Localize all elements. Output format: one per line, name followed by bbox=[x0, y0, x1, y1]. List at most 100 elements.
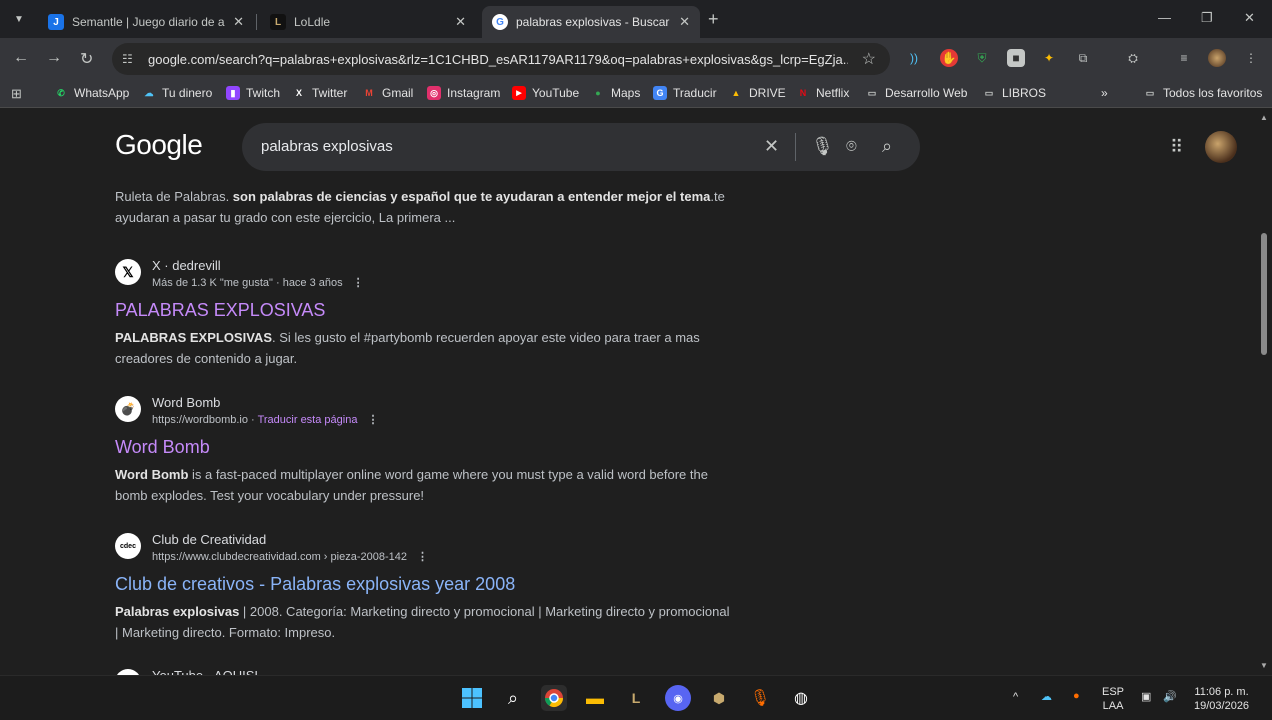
result-title-link[interactable]: Word Bomb bbox=[115, 434, 735, 460]
search-input[interactable]: palabras explosivas bbox=[261, 138, 393, 155]
result-meta: Más de 1.3 K "me gusta" · hace 3 años bbox=[152, 277, 343, 289]
network-icon[interactable]: ▣ bbox=[1141, 690, 1151, 704]
obs-icon[interactable]: ◍ bbox=[788, 685, 814, 711]
restore-button[interactable]: ❐ bbox=[1201, 10, 1213, 26]
bookmark-maps[interactable]: ● Maps bbox=[591, 86, 640, 100]
bookmark-netflix[interactable]: N Netflix bbox=[796, 86, 850, 100]
extension-wifi-icon[interactable]: )) bbox=[905, 49, 923, 67]
bookmark-label: DRIVE bbox=[749, 86, 786, 100]
cdec-favicon-icon: cdec bbox=[115, 533, 141, 559]
folder-icon: ▭ bbox=[867, 87, 877, 98]
result-source[interactable]: 𝕏 X · dedrevill Más de 1.3 K "me gusta" … bbox=[115, 257, 735, 291]
apps-grid-button[interactable]: ⊞ bbox=[11, 86, 22, 102]
clear-icon[interactable]: ✕ bbox=[764, 136, 779, 157]
close-icon[interactable]: ✕ bbox=[679, 14, 690, 30]
tray-chevron-up-icon[interactable]: ^ bbox=[1013, 690, 1018, 704]
scroll-thumb[interactable] bbox=[1261, 233, 1267, 355]
result-site-name: Word Bomb bbox=[152, 395, 221, 410]
tab-semantle[interactable]: J Semantle | Juego diario de adiv ✕ bbox=[38, 6, 254, 38]
bomb-favicon-icon: 💣 bbox=[115, 396, 141, 422]
volume-icon[interactable]: 🔊 bbox=[1163, 690, 1177, 704]
google-apps-icon[interactable]: ⠿ bbox=[1170, 137, 1183, 158]
snippet-text: Ruleta de Palabras. bbox=[115, 189, 233, 204]
result-source[interactable]: YouTube · AQUISI bbox=[115, 667, 735, 675]
bookmark-label: Maps bbox=[611, 86, 641, 100]
search-icon[interactable]: ⌕ bbox=[882, 136, 892, 157]
more-options-icon[interactable]: ⋮ bbox=[353, 277, 364, 289]
clock-time: 11:06 p. m. bbox=[1194, 686, 1249, 698]
bookmark-star-icon[interactable]: ☆ bbox=[862, 49, 876, 69]
translate-page-link[interactable]: Traducir esta página bbox=[258, 414, 358, 426]
tab-google-search[interactable]: G palabras explosivas - Buscar cor ✕ bbox=[482, 6, 700, 38]
bookmark-traducir[interactable]: G Traducir bbox=[653, 86, 717, 100]
google-logo[interactable]: Google bbox=[115, 129, 203, 161]
address-bar[interactable]: ☷ google.com/search?q=palabras+explosiva… bbox=[112, 43, 890, 75]
page-scrollbar[interactable]: ▲ ▼ bbox=[1256, 109, 1272, 675]
camera-lens-icon[interactable]: ⌾ bbox=[846, 136, 857, 157]
more-options-icon[interactable]: ⋮ bbox=[417, 551, 428, 563]
result-source[interactable]: cdec Club de Creatividad https://www.clu… bbox=[115, 531, 735, 565]
kebab-menu-icon[interactable]: ⋮ bbox=[1242, 49, 1260, 67]
bookmark-folder-desarrollo-web[interactable]: ▭ Desarrollo Web bbox=[865, 86, 968, 100]
extension-adblock-icon[interactable]: ✋ bbox=[940, 49, 958, 67]
all-bookmarks-folder[interactable]: ▭ Todos los favoritos bbox=[1143, 86, 1263, 100]
onedrive-icon[interactable]: ☁ bbox=[1041, 690, 1052, 704]
microphone-app-icon[interactable]: 🎙 bbox=[747, 685, 773, 711]
extension-shield-icon[interactable]: ⛨ bbox=[973, 49, 991, 67]
bookmark-drive[interactable]: ▲ DRIVE bbox=[729, 86, 786, 100]
translate-icon: G bbox=[653, 86, 667, 100]
bookmark-gmail[interactable]: M Gmail bbox=[362, 86, 413, 100]
bookmark-tu-dinero[interactable]: ☁ Tu dinero bbox=[142, 86, 213, 100]
file-explorer-icon[interactable]: ▬ bbox=[582, 685, 608, 711]
extensions-puzzle-icon[interactable]: ⧉ bbox=[1074, 49, 1092, 67]
chrome-taskbar-icon[interactable] bbox=[541, 685, 567, 711]
twitch-icon: ▮ bbox=[226, 86, 240, 100]
bookmark-twitch[interactable]: ▮ Twitch bbox=[226, 86, 280, 100]
reload-button[interactable]: ↻ bbox=[80, 49, 93, 69]
bookmark-folder-libros[interactable]: ▭ LIBROS bbox=[982, 86, 1046, 100]
window-close-button[interactable]: ✕ bbox=[1244, 10, 1255, 26]
url-text[interactable]: google.com/search?q=palabras+explosivas&… bbox=[148, 52, 848, 67]
bookmark-youtube[interactable]: ▶ YouTube bbox=[512, 86, 579, 100]
result-source[interactable]: 💣 Word Bomb https://wordbomb.io · Traduc… bbox=[115, 394, 735, 428]
media-control-icon[interactable]: ≡ bbox=[1175, 49, 1193, 67]
back-button[interactable]: ← bbox=[13, 49, 29, 67]
tray-microphone-icon[interactable]: ● bbox=[1073, 689, 1080, 703]
bookmark-label: Instagram bbox=[447, 86, 501, 100]
site-info-icon[interactable]: ☷ bbox=[122, 52, 138, 66]
riot-client-icon[interactable]: ⬢ bbox=[706, 685, 732, 711]
tab-loldle[interactable]: L LoLdle ✕ bbox=[260, 6, 476, 38]
bookmark-label: Gmail bbox=[382, 86, 414, 100]
result-title-link[interactable]: Club de creativos - Palabras explosivas … bbox=[115, 571, 735, 597]
account-avatar[interactable] bbox=[1205, 131, 1237, 163]
minimize-button[interactable]: — bbox=[1158, 10, 1171, 25]
discord-icon[interactable]: ◉ bbox=[665, 685, 691, 711]
bookmark-label: LIBROS bbox=[1002, 86, 1047, 100]
new-tab-button[interactable]: + bbox=[708, 9, 719, 30]
cloud-icon: ☁ bbox=[144, 87, 154, 98]
profile-avatar[interactable] bbox=[1208, 49, 1226, 67]
result-title-link[interactable]: PALABRAS EXPLOSIVAS bbox=[115, 297, 735, 323]
bookmark-whatsapp[interactable]: ✆ WhatsApp bbox=[54, 86, 129, 100]
gmail-icon: M bbox=[365, 88, 373, 98]
extension-puzzle-color-icon[interactable]: ✦ bbox=[1040, 49, 1058, 67]
windows-start-icon[interactable] bbox=[459, 685, 485, 711]
close-icon[interactable]: ✕ bbox=[455, 14, 466, 30]
bookmark-instagram[interactable]: ◎ Instagram bbox=[427, 86, 500, 100]
search-box[interactable]: palabras explosivas ✕ 🎙 ⌾ ⌕ bbox=[242, 123, 920, 171]
more-options-icon[interactable]: ⋮ bbox=[367, 414, 378, 426]
tab-search-button[interactable]: ▼ bbox=[8, 8, 30, 30]
close-icon[interactable]: ✕ bbox=[233, 14, 244, 30]
extension-box-icon[interactable]: ■ bbox=[1007, 49, 1025, 67]
bookmarks-overflow-button[interactable]: » bbox=[1101, 86, 1108, 100]
forward-button[interactable]: → bbox=[46, 49, 62, 67]
microphone-icon[interactable]: 🎙 bbox=[811, 136, 834, 157]
clock[interactable]: 11:06 p. m. 19/03/2026 bbox=[1194, 685, 1249, 713]
incognito-icon[interactable]: ⛭ bbox=[1124, 49, 1142, 67]
scroll-up-icon[interactable]: ▲ bbox=[1260, 113, 1268, 122]
taskbar-search-icon[interactable]: ⌕ bbox=[500, 685, 526, 711]
language-indicator[interactable]: ESP LAA bbox=[1102, 685, 1124, 713]
bookmark-twitter[interactable]: X Twitter bbox=[292, 86, 347, 100]
league-client-icon[interactable]: L bbox=[623, 685, 649, 711]
scroll-down-icon[interactable]: ▼ bbox=[1260, 661, 1268, 670]
